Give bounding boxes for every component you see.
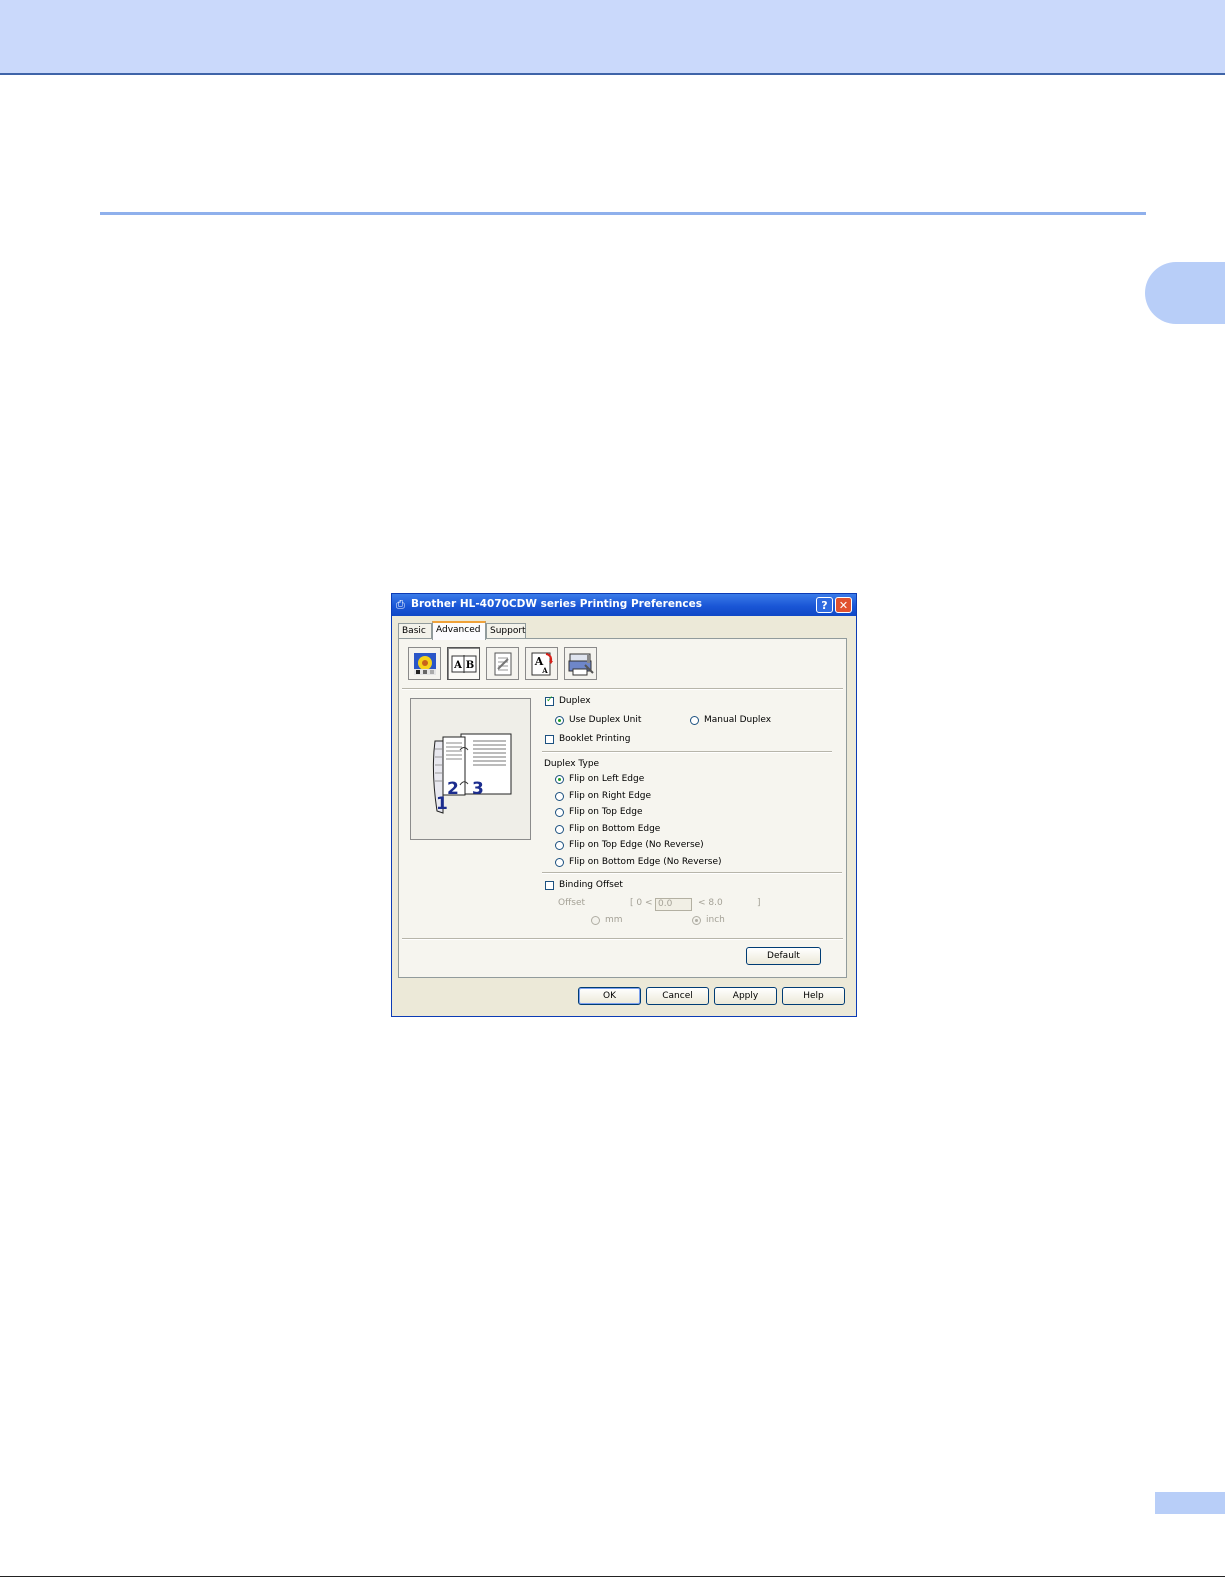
offset-range-open: [ 0 < — [630, 898, 653, 908]
flip-right-edge-radio[interactable] — [555, 792, 564, 801]
duplex-label: Duplex — [559, 696, 591, 706]
unit-mm-radio[interactable] — [591, 916, 600, 925]
offset-value-field[interactable]: 0.0 — [655, 898, 692, 911]
booklet-printing-checkbox[interactable] — [545, 735, 554, 744]
printing-preferences-dialog: ⎙ Brother HL-4070CDW series Printing Pre… — [391, 593, 857, 1017]
duplex-preview: 1 2 3 — [410, 698, 531, 840]
tab-basic[interactable]: Basic — [398, 623, 432, 639]
separator-duplex — [542, 751, 832, 753]
dialog-title: Brother HL-4070CDW series Printing Prefe… — [411, 598, 703, 610]
cancel-button[interactable]: Cancel — [646, 987, 709, 1005]
flip-top-edge-no-reverse-radio[interactable] — [555, 841, 564, 850]
use-duplex-unit-label: Use Duplex Unit — [569, 715, 642, 725]
svg-text:B: B — [465, 660, 473, 671]
page-setting-icon: A A — [531, 652, 553, 675]
apply-button[interactable]: Apply — [714, 987, 777, 1005]
manual-duplex-label: Manual Duplex — [704, 715, 772, 725]
duplex-type-heading: Duplex Type — [544, 759, 600, 769]
offset-label: Offset — [558, 898, 586, 908]
binding-offset-label: Binding Offset — [559, 880, 623, 890]
printer-icon: ⎙ — [396, 598, 405, 611]
separator-top — [402, 688, 843, 690]
binding-offset-checkbox[interactable] — [545, 881, 554, 890]
preview-page-3: 3 — [472, 779, 484, 799]
title-bar[interactable]: ⎙ Brother HL-4070CDW series Printing Pre… — [392, 594, 856, 616]
booklet-printing-label: Booklet Printing — [559, 734, 631, 744]
unit-mm-label: mm — [605, 915, 623, 925]
preview-page-2: 2 — [447, 779, 459, 799]
flip-top-edge-label: Flip on Top Edge — [569, 807, 643, 817]
duplex-checkbox[interactable] — [545, 695, 554, 706]
separator-binding — [542, 872, 842, 874]
flip-bottom-edge-radio[interactable] — [555, 825, 564, 834]
offset-range-close: < 8.0 — [698, 898, 723, 908]
page-header-band — [0, 0, 1225, 75]
footer-rule — [0, 1576, 1225, 1577]
watermark-icon — [494, 652, 511, 675]
default-button[interactable]: Default — [746, 947, 821, 965]
separator-bottom — [402, 938, 843, 940]
page-setting-button[interactable]: A A — [525, 647, 558, 680]
duplex-preview-image: 1 2 3 — [432, 733, 512, 814]
page-number-tab — [1155, 1492, 1225, 1514]
svg-text:A: A — [453, 660, 462, 671]
section-rule — [100, 212, 1146, 215]
color-settings-icon — [413, 652, 436, 675]
close-button[interactable]: ✕ — [835, 597, 852, 613]
manual-duplex-radio[interactable] — [690, 716, 699, 725]
watermark-button[interactable] — [486, 647, 519, 680]
duplex-button[interactable]: A B — [447, 647, 480, 680]
flip-top-edge-radio[interactable] — [555, 808, 564, 817]
use-duplex-unit-radio[interactable] — [555, 716, 564, 725]
device-options-icon — [568, 653, 594, 675]
tab-advanced[interactable]: Advanced — [432, 621, 486, 640]
unit-inch-radio[interactable] — [692, 916, 701, 925]
tab-support[interactable]: Support — [486, 623, 526, 639]
device-options-button[interactable] — [564, 647, 597, 680]
offset-range-end: ] — [757, 898, 761, 908]
unit-inch-label: inch — [706, 915, 725, 925]
flip-top-edge-no-reverse-label: Flip on Top Edge (No Reverse) — [569, 840, 704, 850]
flip-bottom-edge-no-reverse-radio[interactable] — [555, 858, 564, 867]
title-help-button[interactable]: ? — [816, 597, 833, 613]
chapter-tab — [1145, 262, 1225, 324]
svg-text:A: A — [541, 666, 548, 675]
color-settings-button[interactable] — [408, 647, 441, 680]
flip-left-edge-radio[interactable] — [555, 775, 564, 784]
ok-button[interactable]: OK — [578, 987, 641, 1005]
flip-bottom-edge-label: Flip on Bottom Edge — [569, 824, 661, 834]
duplex-icon: A B — [451, 654, 476, 673]
flip-right-edge-label: Flip on Right Edge — [569, 791, 652, 801]
flip-left-edge-label: Flip on Left Edge — [569, 774, 645, 784]
help-button[interactable]: Help — [782, 987, 845, 1005]
flip-bottom-edge-no-reverse-label: Flip on Bottom Edge (No Reverse) — [569, 857, 722, 867]
